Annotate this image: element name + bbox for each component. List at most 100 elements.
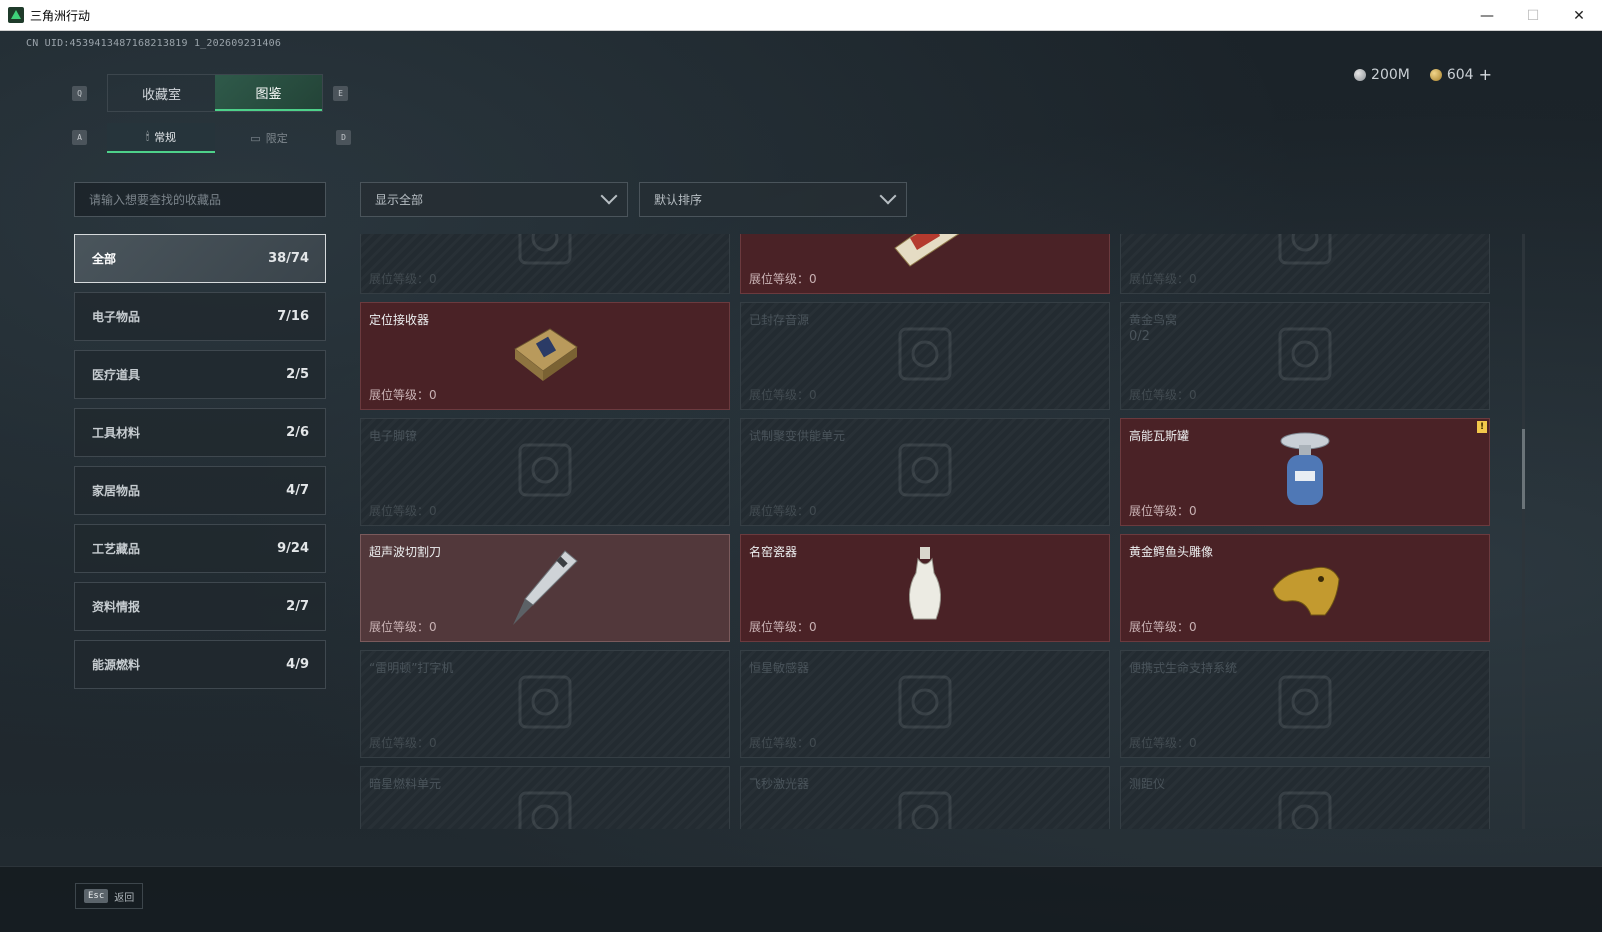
collection-card[interactable]: 定位接收器 展位等级：0 bbox=[360, 302, 730, 410]
card-name: 暗星燃料单元 bbox=[369, 777, 442, 791]
sort-dropdown[interactable]: 默认排序 bbox=[639, 182, 907, 217]
grid-scrollbar[interactable] bbox=[1522, 234, 1525, 829]
collection-card[interactable]: 展位等级：0 bbox=[360, 234, 730, 294]
sensor-icon bbox=[890, 667, 960, 741]
category-label: 家居物品 bbox=[92, 484, 141, 498]
card-name: 高能瓦斯罐 bbox=[1129, 429, 1190, 443]
add-currency-button[interactable]: + bbox=[1479, 65, 1492, 84]
window-title: 三角洲行动 bbox=[30, 8, 91, 23]
gas-tank-icon bbox=[1275, 427, 1335, 517]
collection-grid: 展位等级：0 展位等级：0 展位等级：0 定位接收器 展位等级：0 已封存音源 展位等级：0… bbox=[360, 234, 1490, 829]
knife-icon bbox=[505, 543, 585, 633]
category-count: 4/9 bbox=[286, 657, 309, 672]
collection-card[interactable]: 测距仪展位等级：0 bbox=[1120, 766, 1490, 829]
display-filter-dropdown[interactable]: 显示全部 bbox=[360, 182, 628, 217]
scroll-thumb[interactable] bbox=[1522, 429, 1525, 509]
collection-card[interactable]: 展位等级：0 bbox=[1120, 234, 1490, 294]
audio-icon bbox=[890, 319, 960, 393]
collection-card[interactable]: “雷明顿”打字机 展位等级：0 bbox=[360, 650, 730, 758]
category-energy[interactable]: 能源燃料 4/9 bbox=[74, 640, 326, 689]
tab-collection-room[interactable]: 收藏室 bbox=[108, 75, 215, 111]
category-medical[interactable]: 医疗道具 2/5 bbox=[74, 350, 326, 399]
frame-icon bbox=[1270, 234, 1340, 277]
back-button[interactable]: Esc 返回 bbox=[75, 883, 144, 909]
category-label: 电子物品 bbox=[92, 310, 141, 324]
device-icon bbox=[510, 234, 580, 277]
card-name: 黄金鳄鱼头雕像 bbox=[1129, 545, 1214, 559]
collection-card[interactable]: 名窑瓷器 展位等级：0 bbox=[740, 534, 1110, 642]
category-count: 4/7 bbox=[286, 483, 309, 498]
category-count: 2/6 bbox=[286, 425, 309, 440]
collection-card[interactable]: 试制聚变供能单元 展位等级：0 bbox=[740, 418, 1110, 526]
tab-regular-label: 常规 bbox=[154, 131, 177, 144]
tab-limited[interactable]: ▭ 限定 bbox=[215, 123, 323, 153]
title-bar: 三角洲行动 — ☐ ✕ bbox=[0, 0, 1602, 31]
nest-icon bbox=[1270, 319, 1340, 393]
category-all[interactable]: 全部 38/74 bbox=[74, 234, 326, 283]
card-name: 超声波切割刀 bbox=[369, 545, 442, 559]
collection-card[interactable]: 超声波切割刀 展位等级：0 bbox=[360, 534, 730, 642]
category-crafts[interactable]: 工艺藏品 9/24 bbox=[74, 524, 326, 573]
minimize-button[interactable]: — bbox=[1464, 0, 1510, 31]
collection-card[interactable]: 暗星燃料单元展位等级：0 bbox=[360, 766, 730, 829]
card-level: 展位等级：0 bbox=[369, 620, 437, 634]
collection-card[interactable]: 展位等级：0 bbox=[740, 234, 1110, 294]
chevron-down-icon bbox=[600, 187, 618, 205]
card-level: 展位等级：0 bbox=[749, 272, 817, 286]
painting-icon bbox=[885, 234, 965, 272]
close-button[interactable]: ✕ bbox=[1556, 0, 1602, 31]
laser-icon bbox=[890, 783, 960, 829]
card-name: 便携式生命支持系统 bbox=[1129, 661, 1238, 675]
gold-currency: 604 + bbox=[1429, 65, 1492, 84]
esc-key-hint: Esc bbox=[84, 889, 109, 903]
life-support-icon bbox=[1270, 667, 1340, 741]
sort-value: 默认排序 bbox=[654, 193, 703, 207]
main-tabs: 收藏室 图鉴 bbox=[107, 74, 323, 112]
collection-card[interactable]: 高能瓦斯罐 展位等级：0! bbox=[1120, 418, 1490, 526]
category-count: 7/16 bbox=[277, 309, 309, 324]
card-level: 展位等级：0 bbox=[749, 388, 817, 402]
key-hint-e: E bbox=[333, 86, 348, 101]
card-name: 恒星敏感器 bbox=[749, 661, 810, 675]
currency-bar: 200M 604 + bbox=[1354, 65, 1492, 84]
collection-card[interactable]: 飞秒激光器展位等级：0 bbox=[740, 766, 1110, 829]
category-household[interactable]: 家居物品 4/7 bbox=[74, 466, 326, 515]
card-name: 试制聚变供能单元 bbox=[749, 429, 846, 443]
category-count: 38/74 bbox=[268, 251, 309, 266]
card-progress: 0/2 bbox=[1129, 329, 1150, 344]
category-label: 能源燃料 bbox=[92, 658, 141, 672]
fusion-icon bbox=[890, 435, 960, 509]
maximize-button[interactable]: ☐ bbox=[1510, 0, 1556, 31]
card-level: 展位等级：0 bbox=[369, 272, 437, 286]
collection-card[interactable]: 电子脚镣展位等级：0 bbox=[360, 418, 730, 526]
category-electronics[interactable]: 电子物品 7/16 bbox=[74, 292, 326, 341]
card-name: 定位接收器 bbox=[369, 313, 430, 327]
key-hint-d: D bbox=[336, 130, 351, 145]
card-name: 电子脚镣 bbox=[369, 429, 418, 443]
card-name: 已封存音源 bbox=[749, 313, 810, 327]
card-name: 飞秒激光器 bbox=[749, 777, 810, 791]
tab-codex[interactable]: 图鉴 bbox=[215, 75, 322, 111]
collection-grid-viewport: 展位等级：0 展位等级：0 展位等级：0 定位接收器 展位等级：0 已封存音源 展位等级：0… bbox=[360, 234, 1520, 829]
silver-amount: 200M bbox=[1371, 66, 1410, 83]
collection-card[interactable]: 黄金鸟窝 0/2 展位等级：0 bbox=[1120, 302, 1490, 410]
card-level: 展位等级：0 bbox=[749, 736, 817, 750]
card-level: 展位等级：0 bbox=[1129, 620, 1197, 634]
collection-card[interactable]: 黄金鳄鱼头雕像 展位等级：0 bbox=[1120, 534, 1490, 642]
collection-card[interactable]: 已封存音源展位等级：0 bbox=[740, 302, 1110, 410]
typewriter-icon bbox=[510, 667, 580, 741]
search-input[interactable]: 请输入想要查找的收藏品 bbox=[74, 182, 326, 217]
tab-regular[interactable]: 🕯 常规 bbox=[107, 123, 215, 153]
card-level: 展位等级：0 bbox=[1129, 388, 1197, 402]
category-intel[interactable]: 资料情报 2/7 bbox=[74, 582, 326, 631]
card-level: 展位等级：0 bbox=[1129, 272, 1197, 286]
collection-card[interactable]: 恒星敏感器展位等级：0 bbox=[740, 650, 1110, 758]
collection-card[interactable]: 便携式生命支持系统 展位等级：0 bbox=[1120, 650, 1490, 758]
card-level: 展位等级：0 bbox=[369, 504, 437, 518]
category-tools[interactable]: 工具材料 2/6 bbox=[74, 408, 326, 457]
category-label: 全部 bbox=[92, 252, 117, 266]
sub-tabs: 🕯 常规 ▭ 限定 bbox=[107, 123, 323, 153]
card-name: “雷明顿”打字机 bbox=[369, 661, 454, 675]
category-count: 2/7 bbox=[286, 599, 309, 614]
back-label: 返回 bbox=[114, 892, 135, 904]
